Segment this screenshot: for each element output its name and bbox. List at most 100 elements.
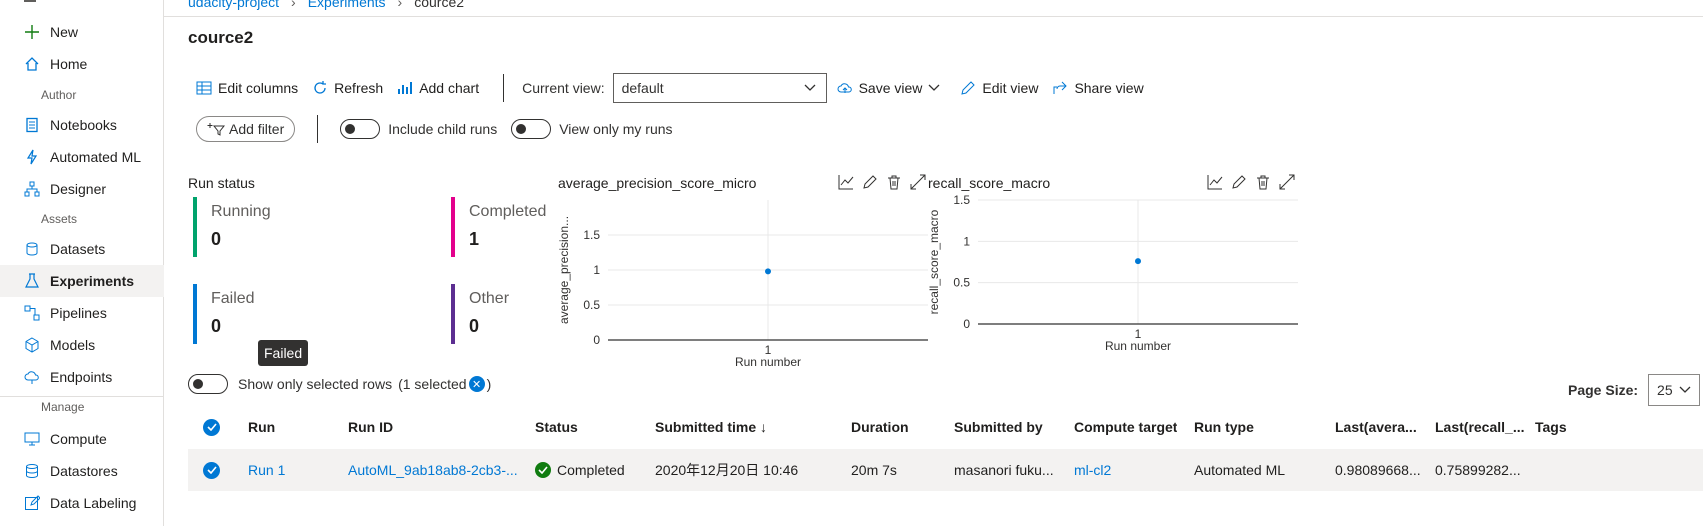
sidebar-item-models[interactable]: Models xyxy=(0,329,164,361)
chart-title: recall_score_macro xyxy=(928,175,1051,191)
breadcrumb-workspace[interactable]: udacity-project xyxy=(188,0,279,10)
compute-target-link[interactable]: ml-cl2 xyxy=(1074,449,1111,491)
pencil-icon[interactable] xyxy=(862,174,878,190)
status-running: Running 0 xyxy=(193,197,283,257)
save-view-label: Save view xyxy=(858,80,923,96)
refresh-button[interactable]: Refresh xyxy=(312,80,383,96)
last-recall-cell: 0.75899282... xyxy=(1435,462,1521,478)
chart-actions xyxy=(1207,174,1295,190)
share-view-button[interactable]: Share view xyxy=(1052,80,1144,96)
sidebar-item-datastores[interactable]: Datastores xyxy=(0,455,164,487)
database-icon xyxy=(26,464,38,479)
expand-icon[interactable] xyxy=(910,174,926,190)
current-view-dropdown[interactable]: default xyxy=(612,73,827,103)
menu-icon[interactable] xyxy=(24,0,36,2)
col-last-avg[interactable]: Last(avera... xyxy=(1335,413,1417,441)
col-run[interactable]: Run xyxy=(248,413,275,441)
sidebar-item-endpoints[interactable]: Endpoints xyxy=(0,361,164,393)
select-all-checkbox[interactable] xyxy=(203,413,220,441)
status-failed: Failed 0 xyxy=(193,284,283,344)
page-title: cource2 xyxy=(188,28,254,47)
show-only-selected-toggle[interactable] xyxy=(188,374,228,394)
toggle-switch[interactable] xyxy=(511,119,552,139)
y-tick-label: 1 xyxy=(593,263,600,277)
x-axis-label: Run number xyxy=(1105,339,1171,353)
status-completed: Completed 1 xyxy=(451,197,546,257)
sidebar-item-datasets[interactable]: Datasets xyxy=(0,233,164,265)
col-run-id[interactable]: Run ID xyxy=(348,413,393,441)
current-view-label: Current view: xyxy=(522,80,605,96)
sidebar-item-designer[interactable]: Designer xyxy=(0,173,164,205)
checkmark-circle-icon xyxy=(535,462,551,478)
save-view-button[interactable]: Save view xyxy=(837,80,947,96)
add-filter-icon xyxy=(207,123,225,136)
trash-icon[interactable] xyxy=(1255,174,1271,190)
view-only-my-runs-toggle[interactable]: View only my runs xyxy=(511,119,673,139)
col-submitted-time[interactable]: Submitted time ↓ xyxy=(655,413,767,441)
sidebar-item-label: Notebooks xyxy=(50,117,117,133)
sidebar-item-new[interactable]: New xyxy=(0,16,164,48)
col-run-type[interactable]: Run type xyxy=(1194,413,1254,441)
y-tick-label: 1.5 xyxy=(583,228,600,242)
status-text: Completed xyxy=(557,462,625,478)
pencil-icon[interactable] xyxy=(1231,174,1247,190)
trash-icon[interactable] xyxy=(886,174,902,190)
row-checkbox[interactable] xyxy=(203,449,220,491)
sidebar-item-label: Models xyxy=(50,337,96,353)
clear-selection-icon[interactable]: ✕ xyxy=(468,376,485,392)
bar-chart-icon xyxy=(398,82,413,94)
status-bar xyxy=(193,284,197,344)
line-chart-icon[interactable] xyxy=(1207,174,1223,190)
sidebar-item-automated-ml[interactable]: Automated ML xyxy=(0,141,164,173)
sidebar-item-home[interactable]: Home xyxy=(0,48,164,80)
col-submitted-by[interactable]: Submitted by xyxy=(954,413,1043,441)
col-status[interactable]: Status xyxy=(535,413,578,441)
edit-view-button[interactable]: Edit view xyxy=(960,80,1038,96)
page-size-dropdown[interactable]: 25 xyxy=(1648,374,1701,406)
chevron-down-icon xyxy=(928,84,940,91)
pipeline-icon xyxy=(24,305,40,321)
y-tick-label: 0.5 xyxy=(953,276,970,290)
sidebar-item-compute[interactable]: Compute xyxy=(0,423,164,455)
flask-icon xyxy=(25,273,39,288)
col-tags[interactable]: Tags xyxy=(1535,413,1567,441)
col-duration[interactable]: Duration xyxy=(851,413,909,441)
toggle-switch[interactable] xyxy=(340,119,381,139)
plus-icon xyxy=(25,25,39,39)
col-last-recall[interactable]: Last(recall_... xyxy=(1435,413,1525,441)
include-child-runs-toggle[interactable]: Include child runs xyxy=(340,119,497,139)
sidebar-item-pipelines[interactable]: Pipelines xyxy=(0,297,164,329)
header-divider xyxy=(164,16,1703,17)
line-chart-icon[interactable] xyxy=(838,174,854,190)
data-point xyxy=(1135,258,1141,265)
run-link[interactable]: Run 1 xyxy=(248,449,285,491)
run-status-title: Run status xyxy=(188,175,255,191)
share-view-label: Share view xyxy=(1074,80,1144,96)
page-size-value: 25 xyxy=(1657,382,1673,398)
sidebar-item-experiments[interactable]: Experiments xyxy=(0,265,164,297)
breadcrumb-experiments[interactable]: Experiments xyxy=(308,0,386,10)
sidebar-divider xyxy=(0,396,164,397)
chart-recall-score: 00.511.51Run numberrecall_score_macro xyxy=(927,193,1298,353)
automl-icon xyxy=(26,149,38,165)
run-id-link[interactable]: AutoML_9ab18ab8-2cb3-... xyxy=(348,449,523,491)
refresh-icon xyxy=(314,81,327,94)
add-filter-button[interactable]: Add filter xyxy=(196,116,296,142)
status-bar xyxy=(451,284,455,344)
refresh-label: Refresh xyxy=(334,80,384,96)
cloud-upload-icon xyxy=(837,83,852,93)
expand-icon[interactable] xyxy=(1279,174,1295,190)
share-icon xyxy=(1053,81,1068,94)
status-value: 1 xyxy=(469,229,480,249)
edit-columns-button[interactable]: Edit columns xyxy=(196,80,298,96)
cube-icon xyxy=(25,337,39,353)
sidebar-item-notebooks[interactable]: Notebooks xyxy=(0,109,164,141)
add-chart-button[interactable]: Add chart xyxy=(397,80,479,96)
chart-average-precision: 00.511.51Run numberaverage_precision... xyxy=(557,200,928,369)
y-tick-label: 1.5 xyxy=(953,193,970,207)
status-label: Failed xyxy=(211,290,255,307)
status-other: Other 0 xyxy=(451,284,541,344)
table-row[interactable]: Run 1 AutoML_9ab18ab8-2cb3-... Completed… xyxy=(188,449,1703,491)
col-compute-target[interactable]: Compute target xyxy=(1074,413,1177,441)
sidebar-item-data-labeling[interactable]: Data Labeling xyxy=(0,487,164,519)
